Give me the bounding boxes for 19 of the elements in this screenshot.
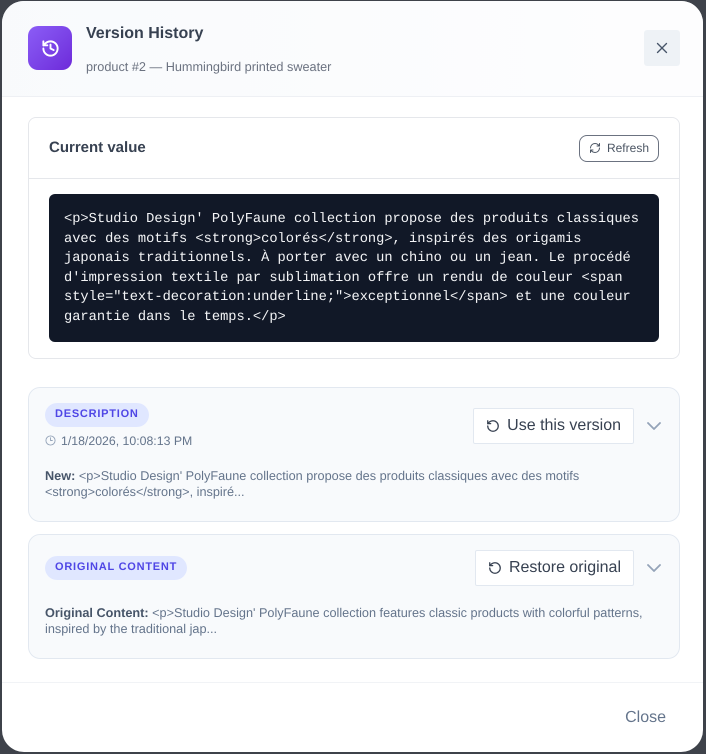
close-text-button[interactable]: Close <box>611 700 680 736</box>
card-heading: Current value <box>49 138 146 158</box>
undo-icon <box>488 560 502 575</box>
code-block: <p>Studio Design' PolyFaune collection propose des produits classiques avec des motifs <strong>colorés</strong>, inspirés des origamis japonais traditionnels. À porter avec un chino ou un jean. Le procédé d'impression textile par sublimation offre un rendu de couleur <span style="text-decoration:underline;">exceptionnel</span> et une couleur garantie dans le temps.</p> <box>49 194 659 342</box>
refresh-button[interactable]: Refresh <box>578 134 659 162</box>
dialog-subtitle: product #2 — Hummingbird printed sweater <box>86 59 332 75</box>
restore-version-button[interactable]: Use this version <box>473 408 634 444</box>
history-icon <box>28 26 72 70</box>
timestamp: 1/18/2026, 10:08:13 PM <box>61 432 192 449</box>
change-summary: New: <p>Studio Design' PolyFaune collection propose des produits classiques avec des motifs <strong>colorés</strong>, inspiré... <box>45 468 580 501</box>
dialog-title: Version History <box>86 24 204 44</box>
field-badge: ORIGINAL CONTENT <box>45 556 188 580</box>
change-summary: Original Content: <p>Studio Design' PolyFaune collection features classic products with colorful patterns, inspired by the traditional jap... <box>45 604 644 638</box>
restore-version-button[interactable]: Restore original <box>474 550 634 586</box>
field-badge: DESCRIPTION <box>45 402 149 427</box>
undo-icon <box>486 418 500 433</box>
clock-icon <box>45 435 56 446</box>
close-button[interactable] <box>644 30 680 66</box>
refresh-icon <box>588 142 601 154</box>
